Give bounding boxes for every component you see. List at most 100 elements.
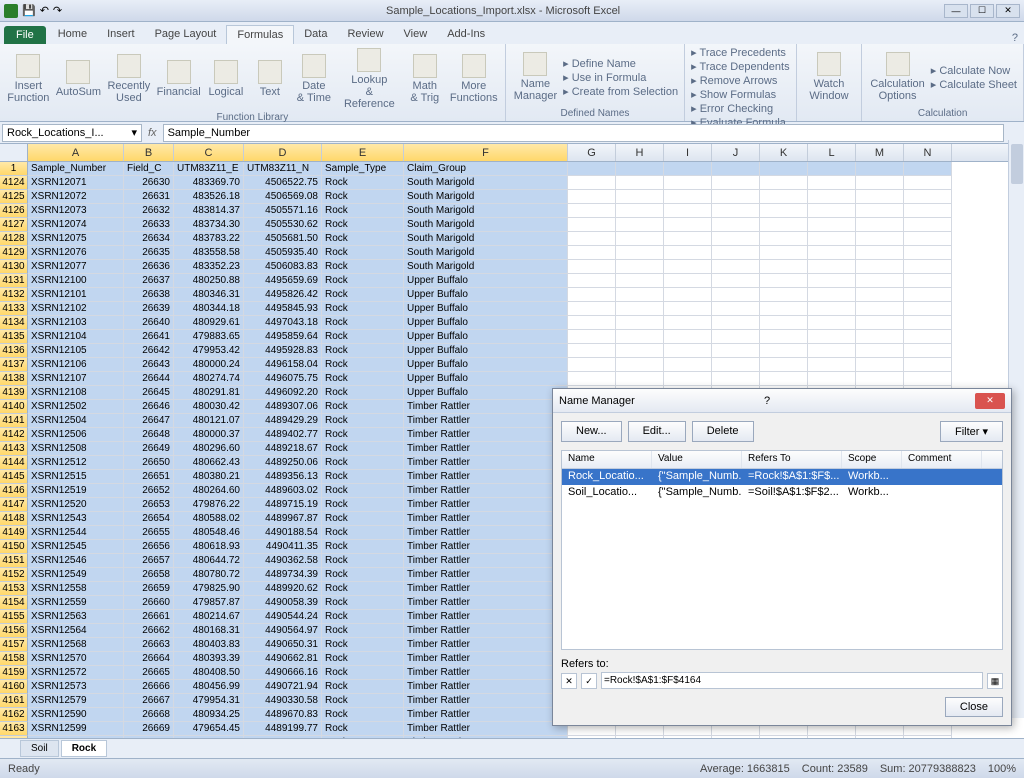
cell[interactable]: Rock	[322, 400, 404, 414]
cell[interactable]: 26633	[124, 218, 174, 232]
cell[interactable]: 26638	[124, 288, 174, 302]
cell[interactable]: Timber Rattler	[404, 680, 568, 694]
cell[interactable]	[856, 736, 904, 738]
name-list-header[interactable]: Refers To	[742, 451, 842, 468]
cell[interactable]	[664, 176, 712, 190]
cell[interactable]: XSRN12076	[28, 246, 124, 260]
cell[interactable]	[616, 162, 664, 176]
cell[interactable]	[616, 246, 664, 260]
cell[interactable]: Timber Rattler	[404, 568, 568, 582]
cell[interactable]: Rock	[322, 596, 404, 610]
cell[interactable]: 4495928.83	[244, 344, 322, 358]
column-header-F[interactable]: F	[404, 144, 568, 161]
cell[interactable]	[568, 176, 616, 190]
cell[interactable]	[616, 288, 664, 302]
cell[interactable]	[616, 218, 664, 232]
cell[interactable]	[568, 372, 616, 386]
cell[interactable]	[856, 344, 904, 358]
cell[interactable]	[808, 246, 856, 260]
cell[interactable]: 480168.31	[174, 624, 244, 638]
text-button[interactable]: Text	[250, 58, 290, 100]
row-header[interactable]: 4150	[0, 540, 28, 554]
column-header-L[interactable]: L	[808, 144, 856, 161]
cell[interactable]: 26667	[124, 694, 174, 708]
cell[interactable]: 4496158.04	[244, 358, 322, 372]
cell[interactable]	[616, 302, 664, 316]
cell[interactable]: 480588.02	[174, 512, 244, 526]
cell[interactable]: 480618.93	[174, 540, 244, 554]
date-&-time-button[interactable]: Date& Time	[294, 52, 334, 106]
cell[interactable]: 26636	[124, 260, 174, 274]
cell[interactable]: 480000.24	[174, 358, 244, 372]
cell[interactable]	[568, 232, 616, 246]
cell[interactable]: Timber Rattler	[404, 722, 568, 736]
cell[interactable]: 479876.22	[174, 498, 244, 512]
cell[interactable]: 4495826.42	[244, 288, 322, 302]
cell[interactable]	[568, 736, 616, 738]
name-list-item[interactable]: Soil_Locatio...{"Sample_Numb...=Soil!$A$…	[562, 485, 1002, 501]
cell[interactable]	[664, 260, 712, 274]
row-header[interactable]: 4145	[0, 470, 28, 484]
cell[interactable]: 483369.70	[174, 176, 244, 190]
cell[interactable]: Rock	[322, 680, 404, 694]
column-header-B[interactable]: B	[124, 144, 174, 161]
cell[interactable]: 4489715.19	[244, 498, 322, 512]
cell[interactable]: XSRN12515	[28, 470, 124, 484]
cell[interactable]	[904, 162, 952, 176]
dialog-help-icon[interactable]: ?	[764, 395, 969, 407]
cell[interactable]	[808, 372, 856, 386]
cell[interactable]	[808, 302, 856, 316]
cell[interactable]: Timber Rattler	[404, 400, 568, 414]
row-header[interactable]: 4142	[0, 428, 28, 442]
cell[interactable]: 26658	[124, 568, 174, 582]
cell[interactable]: XSRN12072	[28, 190, 124, 204]
cell[interactable]: Field_C	[124, 162, 174, 176]
calc-options-button[interactable]: Calculation Options	[868, 50, 926, 104]
cell[interactable]: 26632	[124, 204, 174, 218]
cell[interactable]: Rock	[322, 316, 404, 330]
cell[interactable]	[664, 190, 712, 204]
cell[interactable]	[616, 274, 664, 288]
cell[interactable]: 4490650.31	[244, 638, 322, 652]
column-header-D[interactable]: D	[244, 144, 322, 161]
cell[interactable]: 480250.88	[174, 274, 244, 288]
cell[interactable]	[760, 358, 808, 372]
cell[interactable]: South Marigold	[404, 190, 568, 204]
cell[interactable]: Timber Rattler	[404, 414, 568, 428]
row-header[interactable]: 4137	[0, 358, 28, 372]
row-header[interactable]: 4138	[0, 372, 28, 386]
cell[interactable]	[808, 316, 856, 330]
cell[interactable]: 4490721.94	[244, 680, 322, 694]
cell[interactable]: 480296.60	[174, 442, 244, 456]
cell[interactable]: XSRN12546	[28, 554, 124, 568]
cell[interactable]: 483558.58	[174, 246, 244, 260]
tab-review[interactable]: Review	[337, 25, 393, 44]
cell[interactable]	[664, 204, 712, 218]
cell[interactable]: Claim_Group	[404, 162, 568, 176]
cell[interactable]	[568, 162, 616, 176]
cell[interactable]	[568, 302, 616, 316]
cell[interactable]: XSRN12074	[28, 218, 124, 232]
cell[interactable]: Rock	[322, 554, 404, 568]
cell[interactable]: 26652	[124, 484, 174, 498]
formula-bar[interactable]: Sample_Number	[163, 124, 1004, 142]
cell[interactable]: 4490666.16	[244, 666, 322, 680]
row-header[interactable]: 1	[0, 162, 28, 176]
cell[interactable]: Timber Rattler	[404, 526, 568, 540]
cell[interactable]: XSRN12563	[28, 610, 124, 624]
cell[interactable]	[664, 218, 712, 232]
cell[interactable]	[616, 330, 664, 344]
cell[interactable]	[808, 204, 856, 218]
cell[interactable]: XSRN12104	[28, 330, 124, 344]
cell[interactable]	[616, 316, 664, 330]
cell[interactable]: 480264.60	[174, 484, 244, 498]
cell[interactable]: 4487514.84	[244, 736, 322, 738]
cell[interactable]: Rock	[322, 610, 404, 624]
cell[interactable]: 4489356.13	[244, 470, 322, 484]
column-header-G[interactable]: G	[568, 144, 616, 161]
cell[interactable]: XSRN12570	[28, 652, 124, 666]
name-manager-button[interactable]: Name Manager	[512, 50, 559, 104]
row-header[interactable]: 4144	[0, 456, 28, 470]
cell[interactable]	[808, 176, 856, 190]
cell[interactable]	[760, 246, 808, 260]
